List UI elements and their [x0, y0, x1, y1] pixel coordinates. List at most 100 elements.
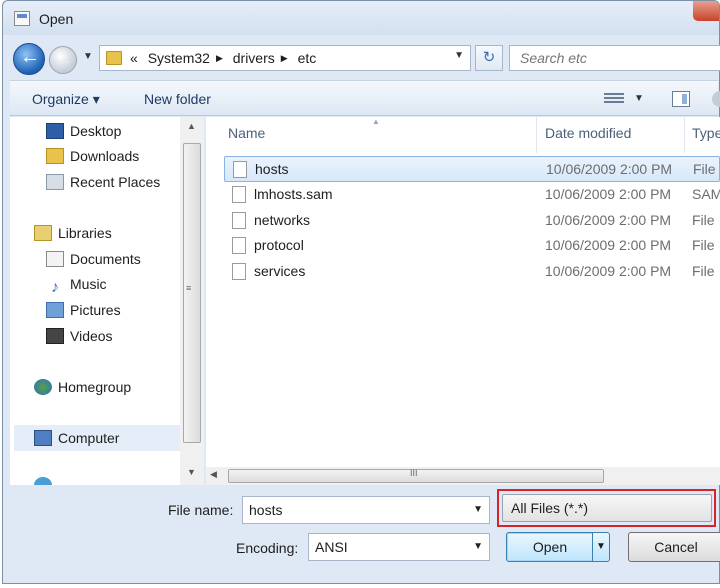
- chevron-right-icon[interactable]: ▶: [281, 53, 288, 63]
- grip-icon: ≡: [186, 283, 192, 293]
- nav-item-label: Music: [70, 276, 107, 292]
- cancel-button[interactable]: Cancel: [628, 532, 720, 562]
- nav-item-downloads[interactable]: Downloads: [46, 148, 139, 170]
- nav-item-label: Computer: [58, 430, 120, 446]
- nav-scroll-thumb[interactable]: [183, 143, 201, 443]
- nav-item-libraries[interactable]: Libraries: [34, 225, 112, 247]
- file-date: 10/06/2009 2:00 PM: [546, 161, 673, 177]
- videos-icon: [46, 328, 64, 344]
- file-name-input[interactable]: hosts ▼: [242, 496, 490, 524]
- nav-item-desktop[interactable]: Desktop: [46, 123, 121, 145]
- downloads-icon: [46, 148, 64, 164]
- refresh-icon[interactable]: ↻: [475, 45, 503, 71]
- file-type: File: [692, 212, 715, 228]
- file-name-label: File name:: [168, 502, 234, 518]
- column-header-type[interactable]: Type: [692, 125, 720, 141]
- view-icon[interactable]: [604, 91, 624, 105]
- nav-item-pictures[interactable]: Pictures: [46, 302, 121, 324]
- title-bar: Open: [3, 1, 719, 35]
- recent-places-icon: [46, 174, 64, 190]
- address-row: ▼ « System32 ▶ drivers ▶ etc ▼ ↻: [3, 37, 720, 77]
- file-type: File: [692, 263, 715, 279]
- nav-item-videos[interactable]: Videos: [46, 328, 113, 350]
- file-row[interactable]: networks 10/06/2009 2:00 PM File: [224, 208, 720, 234]
- chevron-down-icon[interactable]: ▼: [83, 51, 93, 62]
- file-list: ▲ Name Date modified Type hosts 10/06/20…: [206, 117, 720, 467]
- nav-item-label: Libraries: [58, 225, 112, 241]
- nav-item-music[interactable]: ♪ Music: [46, 276, 107, 298]
- scroll-down-arrow-icon[interactable]: ▼: [187, 467, 196, 477]
- column-header-date-modified[interactable]: Date modified: [545, 125, 631, 141]
- desktop-icon: [46, 123, 64, 139]
- navigation-pane: Desktop Downloads Recent Places Librarie…: [10, 117, 204, 485]
- forward-button[interactable]: [49, 46, 77, 74]
- window-title: Open: [39, 11, 74, 27]
- grip-icon: III: [410, 468, 418, 478]
- file-date: 10/06/2009 2:00 PM: [545, 237, 672, 253]
- back-button[interactable]: [13, 43, 45, 75]
- pictures-icon: [46, 302, 64, 318]
- help-icon[interactable]: [712, 91, 720, 107]
- file-date: 10/06/2009 2:00 PM: [545, 186, 672, 202]
- file-name-value: hosts: [249, 502, 283, 518]
- sort-ascending-icon: ▲: [372, 117, 380, 126]
- column-divider[interactable]: [536, 117, 537, 153]
- file-list-hscrollbar[interactable]: ◀ III: [206, 467, 720, 485]
- file-type: SAM: [692, 186, 720, 202]
- nav-item-label: Pictures: [70, 302, 121, 318]
- open-split-dropdown[interactable]: ▼: [592, 532, 610, 562]
- nav-item-documents[interactable]: Documents: [46, 251, 141, 273]
- file-row[interactable]: protocol 10/06/2009 2:00 PM File: [224, 233, 720, 259]
- preview-pane-icon[interactable]: [672, 91, 690, 107]
- breadcrumb: « System32 ▶ drivers ▶ etc: [130, 50, 322, 66]
- chevron-down-icon[interactable]: ▼: [634, 93, 644, 104]
- chevron-right-icon[interactable]: ▶: [216, 53, 223, 63]
- encoding-value: ANSI: [315, 539, 348, 555]
- scroll-up-arrow-icon[interactable]: ▲: [187, 121, 196, 131]
- chevron-down-icon[interactable]: ▼: [473, 541, 483, 552]
- search-input[interactable]: [510, 46, 720, 70]
- nav-item-computer[interactable]: Computer: [34, 430, 119, 452]
- file-row[interactable]: services 10/06/2009 2:00 PM File: [224, 259, 720, 285]
- nav-item-recent-places[interactable]: Recent Places: [46, 174, 160, 196]
- nav-scrollbar[interactable]: ▲ ≡ ▼: [180, 117, 204, 485]
- homegroup-icon: [34, 379, 52, 395]
- file-icon: [232, 212, 246, 229]
- documents-icon: [46, 251, 64, 267]
- annotation-highlight-box: [497, 489, 716, 527]
- file-name: lmhosts.sam: [254, 186, 333, 202]
- chevron-down-icon[interactable]: ▼: [473, 504, 483, 515]
- nav-item-label: Downloads: [70, 148, 140, 164]
- nav-item-label: Homegroup: [58, 379, 132, 395]
- breadcrumb-item[interactable]: etc: [298, 50, 317, 66]
- file-icon: [232, 186, 246, 203]
- nav-item-label: Documents: [70, 251, 141, 267]
- address-bar[interactable]: « System32 ▶ drivers ▶ etc ▼: [99, 45, 471, 71]
- file-name: networks: [254, 212, 311, 228]
- encoding-label: Encoding:: [236, 540, 299, 556]
- libraries-icon: [34, 225, 52, 241]
- command-bar: Organize ▾ New folder ▼: [10, 80, 720, 116]
- breadcrumb-overflow[interactable]: «: [130, 50, 138, 66]
- nav-item-network[interactable]: [34, 477, 58, 485]
- scroll-left-arrow-icon[interactable]: ◀: [210, 469, 217, 480]
- column-divider[interactable]: [684, 117, 685, 153]
- network-icon: [34, 477, 52, 485]
- nav-item-homegroup[interactable]: Homegroup: [34, 379, 131, 401]
- close-button[interactable]: [693, 1, 719, 21]
- nav-item-label: Desktop: [70, 123, 122, 139]
- encoding-select[interactable]: ANSI ▼: [308, 533, 490, 561]
- file-row[interactable]: hosts 10/06/2009 2:00 PM File: [224, 156, 720, 182]
- organize-menu[interactable]: Organize ▾: [32, 91, 100, 108]
- new-folder-button[interactable]: New folder: [144, 91, 211, 107]
- file-row[interactable]: lmhosts.sam 10/06/2009 2:00 PM SAM: [224, 182, 720, 208]
- open-button[interactable]: Open: [506, 532, 594, 562]
- breadcrumb-item[interactable]: System32: [148, 50, 210, 66]
- music-icon: ♪: [51, 279, 59, 296]
- folder-icon: [106, 51, 122, 65]
- file-icon: [233, 161, 247, 178]
- file-icon: [232, 263, 246, 280]
- column-header-name[interactable]: Name: [228, 125, 265, 141]
- breadcrumb-item[interactable]: drivers: [233, 50, 275, 66]
- chevron-down-icon[interactable]: ▼: [454, 50, 464, 61]
